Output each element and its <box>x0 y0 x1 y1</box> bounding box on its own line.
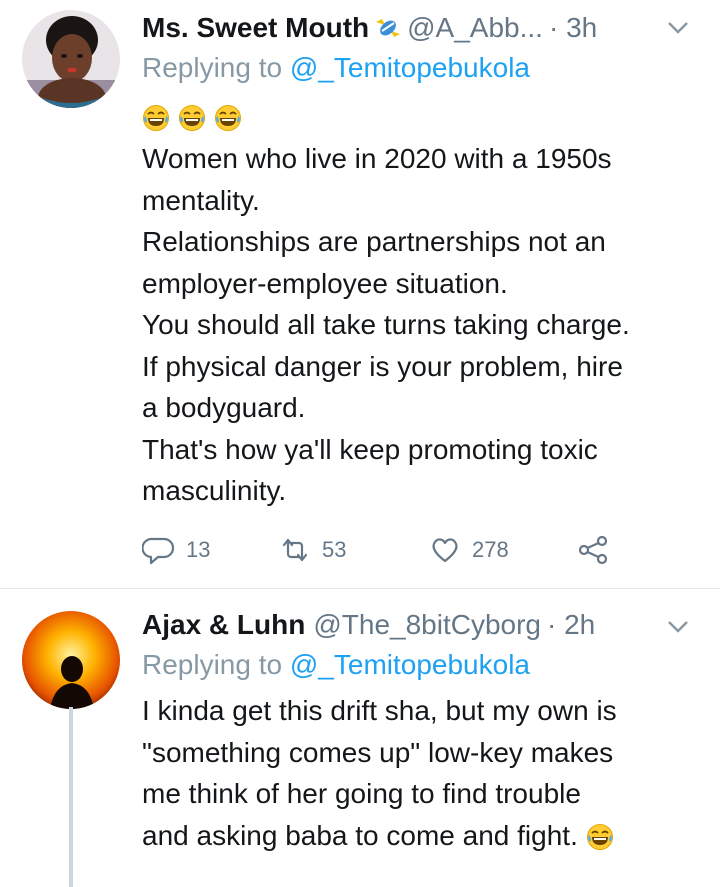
display-name[interactable]: Ajax & Luhn <box>142 609 305 641</box>
reply-button[interactable]: 13 <box>142 528 210 572</box>
retweet-button[interactable]: 53 <box>278 528 346 572</box>
candy-icon <box>373 13 403 43</box>
tweet-line: I kinda get this drift sha, but my own i… <box>142 695 617 726</box>
thread-line <box>69 707 73 887</box>
chevron-down-icon[interactable] <box>664 613 692 641</box>
tweet-line: a bodyguard. <box>142 392 306 423</box>
replying-to-label: Replying to <box>142 52 283 83</box>
like-count: 278 <box>472 537 509 562</box>
emoji-row <box>142 100 242 132</box>
display-name[interactable]: Ms. Sweet Mouth <box>142 12 369 44</box>
avatar[interactable] <box>22 611 120 709</box>
face-with-tears-of-joy-icon <box>586 823 614 851</box>
share-button[interactable] <box>576 528 610 572</box>
avatar[interactable] <box>22 10 120 108</box>
user-handle[interactable]: @The_8bitCyborg <box>313 609 541 641</box>
face-with-tears-of-joy-icon <box>178 104 206 132</box>
replying-to-label: Replying to <box>142 649 283 680</box>
tweet-text: Women who live in 2020 with a 1950s ment… <box>142 138 710 512</box>
retweet-icon <box>282 538 308 562</box>
tweet-line: Women who live in 2020 with a 1950s <box>142 143 612 174</box>
tweet-line: mentality. <box>142 184 260 216</box>
tweet-line-text: and asking baba to come and fight. <box>142 819 578 851</box>
tweet-line: and asking baba to come and fight. <box>142 815 710 857</box>
timestamp[interactable]: · 2h <box>547 609 595 641</box>
user-handle[interactable]: @A_Abb... <box>407 12 543 44</box>
like-button[interactable]: 278 <box>428 528 509 572</box>
tweet-card[interactable]: Ms. Sweet Mouth @A_Abb... · 3h Replying … <box>0 0 720 589</box>
replying-to: Replying to @_Temitopebukola <box>142 649 530 681</box>
retweet-count: 53 <box>322 537 347 562</box>
reply-count: 13 <box>186 537 211 562</box>
tweet-text: I kinda get this drift sha, but my own i… <box>142 690 710 856</box>
replying-to-link[interactable]: @_Temitopebukola <box>290 649 530 680</box>
tweet-header: Ajax & Luhn @The_8bitCyborg · 2h <box>142 603 720 647</box>
reply-icon <box>142 537 175 565</box>
tweet-line: "something comes up" low-key makes <box>142 736 614 768</box>
face-with-tears-of-joy-icon <box>214 104 242 132</box>
tweet-line: masculinity. <box>142 475 287 506</box>
heart-icon <box>432 538 458 563</box>
face-with-tears-of-joy-icon <box>142 104 170 132</box>
tweet-line: me think of her going to find trouble <box>142 778 581 809</box>
tweet-line: That's how ya'll keep promoting toxic <box>142 433 598 465</box>
tweet-card[interactable]: Ajax & Luhn @The_8bitCyborg · 2h Replyin… <box>0 589 720 887</box>
tweet-line: You should all take turns taking charge. <box>142 309 630 340</box>
tweet-actions: 13 53 278 <box>142 528 622 572</box>
tweet-line: employer-employee situation. <box>142 267 508 299</box>
timestamp[interactable]: · 3h <box>549 12 597 44</box>
tweet-line: Relationships are partnerships not an <box>142 226 606 257</box>
replying-to: Replying to @_Temitopebukola <box>142 52 530 84</box>
tweet-header: Ms. Sweet Mouth @A_Abb... · 3h <box>142 6 720 50</box>
replying-to-link[interactable]: @_Temitopebukola <box>290 52 530 83</box>
chevron-down-icon[interactable] <box>664 14 692 42</box>
share-icon <box>578 535 608 565</box>
tweet-line: If physical danger is your problem, hire <box>142 350 623 382</box>
